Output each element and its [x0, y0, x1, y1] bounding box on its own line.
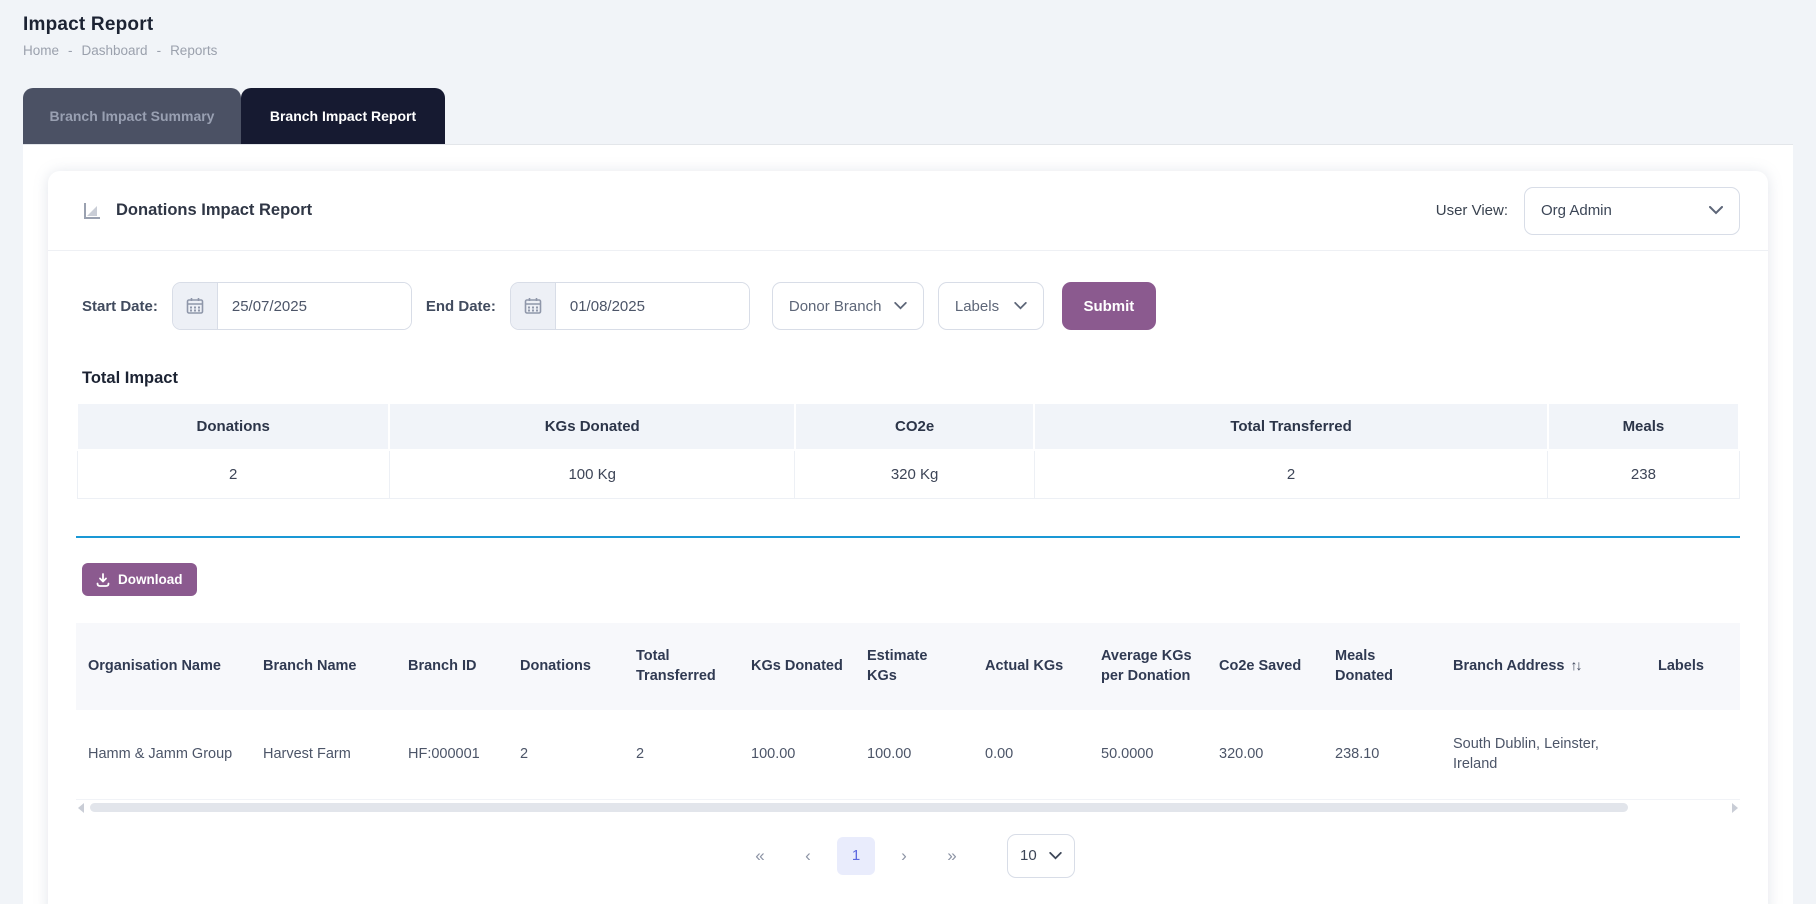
summary-col-meals: Meals	[1546, 404, 1741, 451]
scroll-left-arrow-icon[interactable]	[78, 802, 84, 813]
page-title: Impact Report	[23, 14, 154, 35]
tab-branch-impact-report[interactable]: Branch Impact Report	[241, 88, 445, 144]
summary-value-meals: 238	[1547, 450, 1740, 499]
scrollbar-track[interactable]	[90, 803, 1726, 813]
col-organisation-name: Organisation Name	[76, 623, 251, 711]
cell-average-kgs-per-donation: 50.0000	[1089, 710, 1207, 800]
col-branch-address: Branch Address ↑↓	[1441, 623, 1646, 711]
donor-branch-placeholder: Donor Branch	[788, 297, 882, 315]
report-card: Donations Impact Report User View: Org A…	[48, 171, 1768, 904]
cell-branch-name: Harvest Farm	[251, 710, 396, 800]
col-co2e-saved: Co2e Saved	[1207, 623, 1323, 711]
start-date-label: Start Date:	[82, 297, 158, 315]
cell-total-transferred: 2	[624, 710, 739, 800]
page-header: Impact Report Home - Dashboard - Reports	[0, 0, 1816, 58]
breadcrumb: Home - Dashboard - Reports	[23, 43, 1816, 58]
cell-branch-address: South Dublin, Leinster, Ireland	[1441, 710, 1646, 800]
download-label: Download	[118, 572, 183, 587]
summary-value-kgs-donated: 100 Kg	[388, 450, 796, 499]
cell-organisation-name: Hamm & Jamm Group	[76, 710, 251, 800]
summary-value-donations: 2	[76, 450, 390, 499]
cell-actual-kgs: 0.00	[973, 710, 1089, 800]
horizontal-scrollbar	[78, 802, 1738, 814]
breadcrumb-separator: -	[68, 43, 73, 58]
pagination-next-button[interactable]: ›	[885, 837, 923, 875]
col-branch-address-label: Branch Address	[1453, 658, 1565, 675]
start-date-input[interactable]	[217, 283, 411, 329]
col-average-kgs-per-donation: Average KGs per Donation	[1089, 623, 1207, 711]
tab-bar: Branch Impact Summary Branch Impact Repo…	[23, 88, 1816, 144]
cell-estimate-kgs: 100.00	[855, 710, 973, 800]
user-view-value: Org Admin	[1541, 202, 1612, 219]
calendar-icon[interactable]	[510, 283, 556, 329]
summary-value-co2e: 320 Kg	[794, 450, 1035, 499]
scrollbar-thumb[interactable]	[90, 803, 1628, 813]
download-button[interactable]: Download	[82, 563, 197, 596]
breadcrumb-home[interactable]: Home	[23, 43, 59, 58]
pagination: « ‹ 1 › » 10	[76, 814, 1740, 878]
tab-content-panel: Donations Impact Report User View: Org A…	[23, 144, 1793, 904]
pagination-first-button[interactable]: «	[741, 837, 779, 875]
summary-row: 2 100 Kg 320 Kg 2 238	[76, 450, 1740, 499]
report-table-scroll-area: Organisation Name Branch Name Branch ID …	[76, 623, 1740, 800]
user-view-select[interactable]: Org Admin	[1524, 186, 1740, 235]
cell-labels	[1646, 710, 1740, 800]
page-size-select[interactable]: 10	[1007, 833, 1075, 878]
breadcrumb-dashboard[interactable]: Dashboard	[82, 43, 148, 58]
pagination-last-button[interactable]: »	[933, 837, 971, 875]
section-divider	[76, 536, 1740, 538]
filter-bar: Start Date: End Date:	[48, 251, 1768, 363]
summary-col-kgs-donated: KGs Donated	[388, 404, 796, 451]
col-donations: Donations	[508, 623, 624, 711]
download-icon	[96, 572, 110, 587]
cell-meals-donated: 238.10	[1323, 710, 1441, 800]
col-actual-kgs: Actual KGs	[973, 623, 1089, 711]
end-date-label: End Date:	[425, 297, 496, 315]
chevron-down-icon	[1049, 851, 1062, 860]
tab-branch-impact-summary[interactable]: Branch Impact Summary	[23, 88, 241, 144]
cell-co2e-saved: 320.00	[1207, 710, 1323, 800]
donor-branch-select[interactable]: Donor Branch	[771, 282, 924, 330]
submit-button[interactable]: Submit	[1061, 282, 1156, 330]
chevron-down-icon	[894, 302, 907, 310]
breadcrumb-separator: -	[156, 43, 162, 58]
col-meals-donated: Meals Donated	[1323, 623, 1441, 711]
cell-kgs-donated: 100.00	[739, 710, 855, 800]
labels-placeholder: Labels	[954, 297, 1000, 315]
col-labels: Labels	[1646, 623, 1740, 711]
total-impact-heading: Total Impact	[82, 369, 178, 387]
pagination-page-1[interactable]: 1	[837, 836, 875, 875]
page-size-value: 10	[1020, 847, 1037, 865]
col-branch-name: Branch Name	[251, 623, 396, 711]
chevron-down-icon	[1709, 206, 1723, 215]
labels-select[interactable]: Labels	[937, 282, 1044, 330]
breadcrumb-reports[interactable]: Reports	[170, 43, 217, 58]
col-total-transferred: Total Transferred	[624, 623, 739, 711]
scroll-right-arrow-icon[interactable]	[1732, 802, 1738, 813]
summary-value-total-transferred: 2	[1033, 450, 1549, 499]
user-view-label: User View:	[1435, 202, 1508, 219]
col-branch-id: Branch ID	[396, 623, 508, 711]
chart-icon	[82, 201, 102, 221]
cell-donations: 2	[508, 710, 624, 800]
end-date-input[interactable]	[555, 283, 749, 329]
pagination-prev-button[interactable]: ‹	[789, 837, 827, 875]
col-kgs-donated: KGs Donated	[739, 623, 855, 711]
calendar-icon[interactable]	[172, 283, 218, 329]
end-date-group	[509, 282, 750, 330]
card-title: Donations Impact Report	[116, 201, 313, 219]
summary-col-donations: Donations	[75, 404, 391, 451]
chevron-down-icon	[1014, 302, 1027, 310]
sort-icon[interactable]: ↑↓	[1570, 657, 1582, 673]
card-header: Donations Impact Report User View: Org A…	[48, 171, 1768, 251]
table-row: Hamm & Jamm Group Harvest Farm HF:000001…	[76, 710, 1740, 800]
summary-col-total-transferred: Total Transferred	[1033, 404, 1549, 451]
col-estimate-kgs: Estimate KGs	[855, 623, 973, 711]
total-impact-table: Donations KGs Donated CO2e Total Transfe…	[75, 404, 1741, 499]
start-date-group	[171, 282, 412, 330]
summary-col-co2e: CO2e	[793, 404, 1036, 451]
cell-branch-id: HF:000001	[396, 710, 508, 800]
report-table: Organisation Name Branch Name Branch ID …	[76, 623, 1740, 800]
